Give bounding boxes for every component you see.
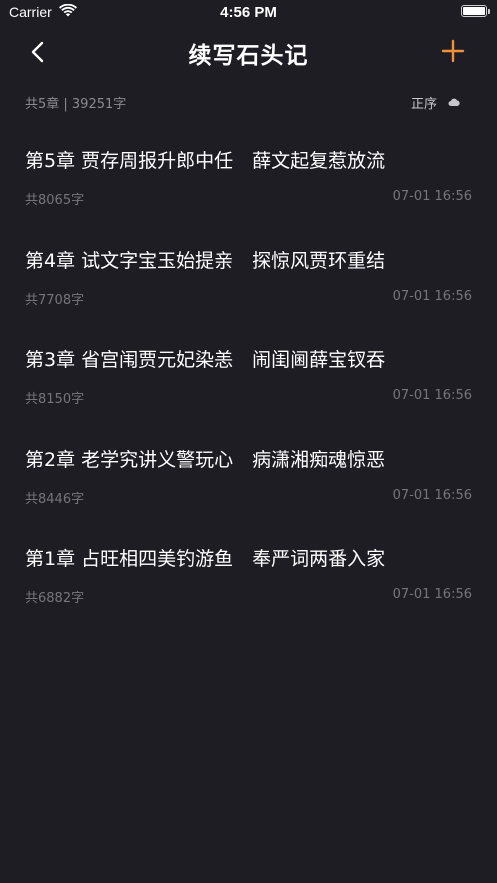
status-bar: Carrier 4:56 PM — [0, 0, 497, 26]
chapter-word-count: 共8150字 — [25, 392, 85, 407]
chapter-item[interactable]: 第2章 老学究讲义警玩心 病潇湘痴魂惊恶 共8446字 07-01 16:56 — [0, 425, 497, 525]
summary-row: 共5章 | 39251字 正序 — [25, 92, 472, 112]
chapter-title: 第5章 贾存周报升郎中任 薛文起复惹放流 — [25, 150, 386, 172]
navigation-bar: 续写石头记 — [0, 26, 497, 78]
chapter-item[interactable]: 第4章 试文字宝玉始提亲 探惊风贾环重结 共7708字 07-01 16:56 — [0, 226, 497, 326]
chapter-item[interactable]: 第5章 贾存周报升郎中任 薛文起复惹放流 共8065字 07-01 16:56 — [0, 126, 497, 226]
chapter-timestamp: 07-01 16:56 — [392, 587, 472, 602]
chapter-title: 第1章 占旺相四美钓游鱼 奉严词两番入家 — [25, 548, 386, 570]
chapter-timestamp: 07-01 16:56 — [392, 487, 472, 503]
chapter-timestamp: 07-01 16:56 — [392, 288, 472, 304]
chapter-word-count: 共8065字 — [25, 193, 85, 208]
battery-level — [463, 7, 485, 15]
clock: 4:56 PM — [220, 4, 277, 21]
cloud-icon — [448, 98, 460, 106]
chapter-item[interactable]: 第1章 占旺相四美钓游鱼 奉严词两番入家 共6882字 07-01 16:56 — [0, 524, 497, 624]
chapter-summary: 共5章 | 39251字 — [25, 97, 127, 112]
page-title: 续写石头记 — [188, 42, 309, 69]
add-chapter-button[interactable] — [438, 36, 468, 66]
chapter-title: 第3章 省宫闱贾元妃染恙 闹闺阃薛宝钗吞 — [25, 349, 386, 371]
chapter-timestamp: 07-01 16:56 — [392, 189, 472, 204]
chapter-item[interactable]: 第3章 省宫闱贾元妃染恙 闹闺阃薛宝钗吞 共8150字 07-01 16:56 — [0, 325, 497, 425]
chapter-timestamp: 07-01 16:56 — [392, 388, 472, 403]
chapter-word-count: 共6882字 — [25, 591, 85, 606]
chapter-list: 第5章 贾存周报升郎中任 薛文起复惹放流 共8065字 07-01 16:56 … — [0, 126, 497, 624]
chapter-word-count: 共8446字 — [25, 491, 85, 507]
sort-label: 正序 — [410, 97, 437, 112]
chapter-title: 第2章 老学究讲义警玩心 病潇湘痴魂惊恶 — [25, 448, 386, 471]
plus-icon — [441, 39, 465, 63]
battery-cap — [488, 9, 490, 14]
chapter-word-count: 共7708字 — [25, 292, 85, 308]
battery-icon — [461, 5, 487, 17]
chapter-title: 第4章 试文字宝玉始提亲 探惊风贾环重结 — [25, 249, 386, 272]
